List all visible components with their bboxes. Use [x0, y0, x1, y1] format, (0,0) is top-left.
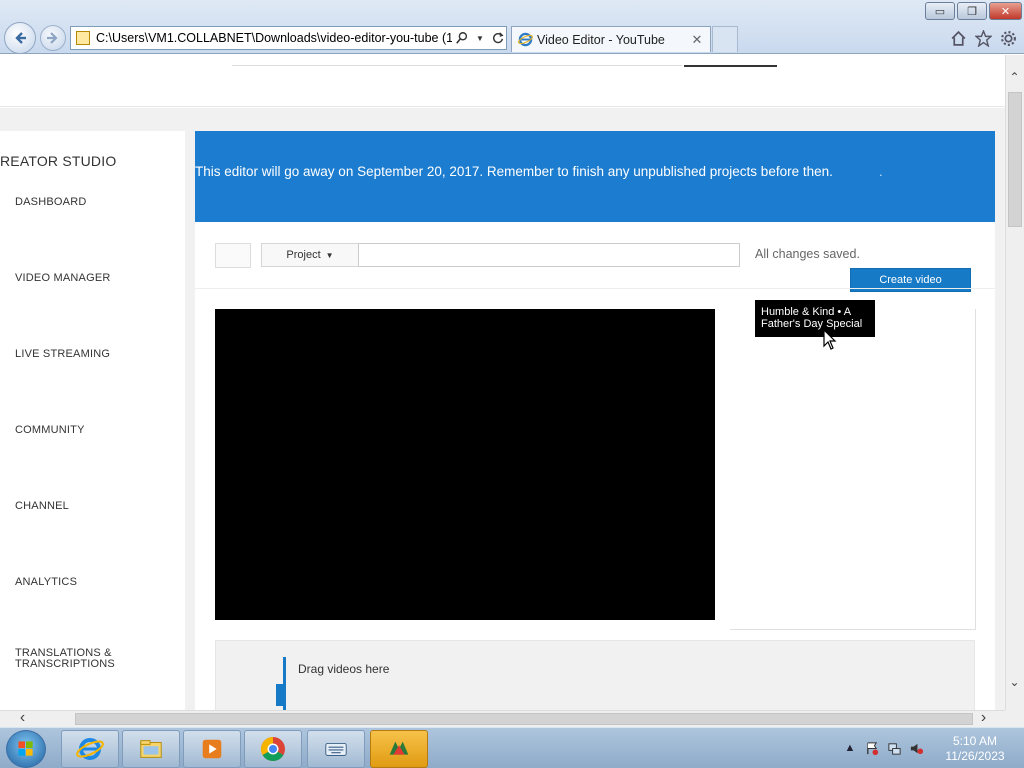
forward-button[interactable] [40, 25, 66, 51]
vertical-scroll-thumb[interactable] [1008, 92, 1022, 227]
tab-video-editor[interactable]: Video Editor - YouTube ✕ [511, 26, 711, 52]
back-icon [15, 32, 26, 44]
sidebar-item-community[interactable]: COMMUNITY [15, 425, 85, 436]
taskbar-avg[interactable] [370, 730, 428, 768]
refresh-icon[interactable] [490, 30, 506, 46]
address-text[interactable]: C:\Users\VM1.COLLABNET\Downloads\video-e… [96, 31, 452, 45]
forward-icon [47, 32, 58, 44]
back-button[interactable] [4, 22, 36, 54]
sidebar-item-analytics[interactable]: ANALYTICS [15, 577, 77, 588]
deprecation-banner: This editor will go away on September 20… [195, 131, 995, 222]
clock-time: 5:10 AM [952, 734, 998, 748]
scrollbar-corner [1005, 710, 1024, 727]
project-title-input[interactable] [358, 243, 740, 267]
system-tray: ▲ [842, 736, 924, 760]
taskbar-ie[interactable] [61, 730, 119, 768]
chrome-icon [260, 737, 285, 762]
flag-icon[interactable] [864, 740, 880, 756]
video-preview[interactable] [215, 309, 715, 620]
sidebar-item-channel[interactable]: CHANNEL [15, 501, 69, 512]
caret-down-icon: ▼ [325, 250, 334, 260]
dropdown-icon[interactable]: ▼ [472, 30, 488, 46]
sidebar-item-live-streaming[interactable]: LIVE STREAMING [15, 349, 110, 360]
scroll-up-icon[interactable]: ⌃ [1006, 70, 1023, 84]
avg-icon [389, 741, 409, 755]
video-title-tooltip: Humble & Kind • A Father's Day Special [755, 300, 875, 337]
tab-close-icon[interactable]: ✕ [690, 32, 704, 48]
sidebar-item-video-manager[interactable]: VIDEO MANAGER [15, 273, 111, 284]
clock-date: 11/26/2023 [945, 749, 1005, 763]
masthead-underline [684, 65, 777, 67]
timeline[interactable]: Drag videos here [215, 640, 975, 710]
ie-icon [518, 32, 533, 47]
minimize-button[interactable]: ▭ [925, 2, 955, 20]
vertical-scrollbar[interactable]: ⌃ ⌄ [1005, 55, 1024, 710]
save-status: All changes saved. [755, 247, 860, 261]
project-menu-button[interactable]: Project ▼ [261, 243, 359, 267]
media-icon [202, 739, 222, 759]
video-library-panel [730, 309, 976, 630]
page-icon [76, 31, 90, 45]
browser-chrome: C:\Users\VM1.COLLABNET\Downloads\video-e… [0, 0, 1024, 54]
windows-logo-icon [18, 741, 33, 756]
video-editor-main: This editor will go away on September 20… [195, 131, 995, 710]
masthead [0, 55, 1005, 107]
gear-icon[interactable] [998, 28, 1018, 48]
show-hidden-icons[interactable]: ▲ [842, 740, 858, 756]
banner-trailing: . [879, 164, 883, 179]
maximize-button[interactable]: ❐ [957, 2, 987, 20]
horizontal-scrollbar[interactable]: ‹ › [0, 709, 1005, 727]
system-clock[interactable]: 5:10 AM 11/26/2023 [940, 734, 1010, 764]
toolbar-divider [195, 288, 995, 289]
taskbar-explorer[interactable] [122, 730, 180, 768]
creator-studio-sidebar: REATOR STUDIO DASHBOARD VIDEO MANAGER LI… [0, 131, 185, 710]
new-tab-button[interactable] [712, 26, 738, 52]
horizontal-scroll-thumb[interactable] [75, 713, 973, 725]
network-icon[interactable] [886, 740, 902, 756]
star-icon[interactable] [973, 28, 993, 48]
ie-icon [76, 738, 104, 760]
volume-muted-icon[interactable] [908, 740, 924, 756]
sidebar-item-translations[interactable]: TRANSLATIONS & TRANSCRIPTIONS [15, 648, 125, 670]
taskbar-chrome[interactable] [244, 730, 302, 768]
taskbar-keyboard[interactable] [307, 730, 365, 768]
drag-hint: Drag videos here [298, 662, 390, 676]
page-viewport: REATOR STUDIO DASHBOARD VIDEO MANAGER LI… [0, 55, 1005, 710]
banner-text: This editor will go away on September 20… [195, 164, 833, 179]
studio-title[interactable]: REATOR STUDIO [0, 153, 116, 169]
project-label: Project [286, 249, 321, 261]
scroll-right-icon[interactable]: › [975, 709, 992, 727]
taskbar: ▲ 5:10 AM 11/26/2023 [0, 727, 1024, 768]
address-bar[interactable]: C:\Users\VM1.COLLABNET\Downloads\video-e… [70, 26, 507, 50]
scroll-down-icon[interactable]: ⌄ [1006, 675, 1023, 689]
project-thumbnail[interactable] [215, 243, 251, 268]
scroll-left-icon[interactable]: ‹ [14, 709, 31, 727]
sidebar-item-dashboard[interactable]: DASHBOARD [15, 197, 86, 208]
mouse-cursor-icon [823, 329, 837, 350]
keyboard-icon [325, 742, 347, 756]
explorer-icon [140, 740, 162, 758]
home-icon[interactable] [948, 28, 968, 48]
taskbar-media[interactable] [183, 730, 241, 768]
tab-title: Video Editor - YouTube [537, 32, 665, 47]
search-icon[interactable] [454, 30, 470, 46]
start-button[interactable] [6, 730, 46, 768]
masthead-divider [232, 65, 682, 66]
close-button[interactable]: ✕ [989, 2, 1022, 20]
timeline-handle[interactable] [276, 684, 284, 706]
